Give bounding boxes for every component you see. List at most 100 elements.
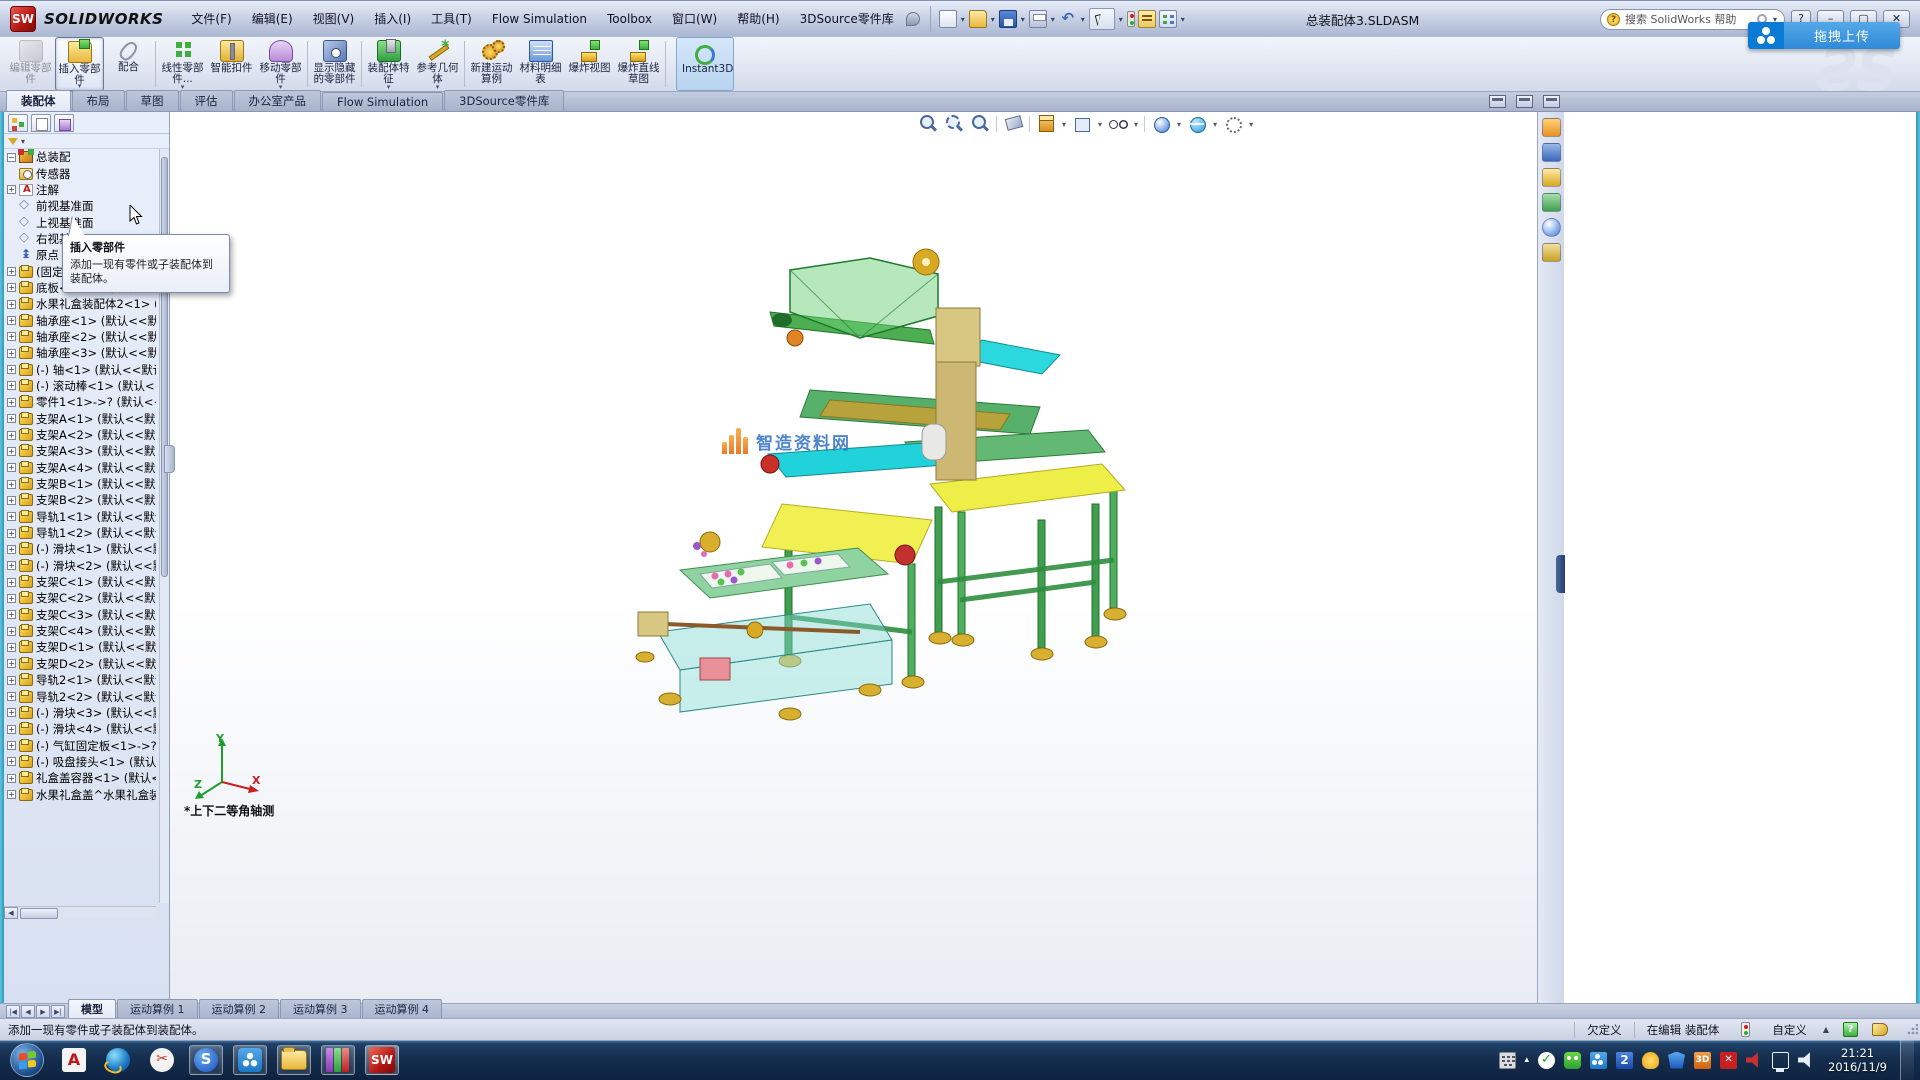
taskbar-autocad-icon[interactable]: A (57, 1045, 91, 1075)
apply-scene-icon[interactable] (1187, 114, 1207, 134)
expand-toggle-icon[interactable]: + (7, 725, 16, 734)
first-tab-arrow[interactable]: |◀ (6, 1005, 20, 1018)
command-tab[interactable]: 装配体 (6, 90, 71, 111)
taskbar-clock[interactable]: 21:21 2016/11/9 (1828, 1046, 1887, 1074)
tray-sogou-input-icon[interactable]: 2 (1616, 1052, 1633, 1069)
tray-mascot-icon[interactable] (1642, 1052, 1659, 1069)
tree-item[interactable]: + (-) 滑块<1> (默认<<默认 (4, 541, 156, 557)
save-icon[interactable] (999, 10, 1017, 28)
ribbon-button[interactable]: 爆炸视图 (565, 37, 614, 91)
tree-item[interactable]: + 轴承座<1> (默认<<默认> (4, 312, 156, 328)
ribbon-button[interactable]: 参考几何体 (413, 37, 462, 91)
edit-appearance-icon[interactable] (1151, 114, 1171, 134)
taskbar-winrar-icon[interactable] (321, 1045, 355, 1075)
resize-grip[interactable] (1906, 1024, 1918, 1036)
tree-item[interactable]: + 支架C<1> (默认<<默认>_ (4, 574, 156, 590)
filter-funnel-icon[interactable] (8, 138, 18, 145)
tree-item[interactable]: + 支架C<2> (默认<<默认>_ (4, 590, 156, 606)
command-tab[interactable]: 评估 (180, 90, 233, 111)
pin-icon[interactable] (906, 12, 920, 26)
ribbon-button[interactable]: 材料明细表 (516, 37, 565, 91)
menu-item[interactable]: 帮助(H) (727, 7, 789, 31)
expand-toggle-icon[interactable]: + (7, 381, 16, 390)
tree-item[interactable]: + 支架B<2> (默认<<默认>_ (4, 492, 156, 508)
open-caret[interactable]: ▾ (991, 15, 995, 24)
menu-item[interactable]: Toolbox (597, 7, 662, 31)
menu-item[interactable]: 视图(V) (303, 7, 365, 31)
expand-toggle-icon[interactable]: + (7, 790, 16, 799)
expand-toggle-icon[interactable]: + (7, 741, 16, 750)
expand-toggle-icon[interactable]: + (7, 708, 16, 717)
taskbar-share-app-icon[interactable] (233, 1045, 267, 1075)
save-caret[interactable]: ▾ (1021, 15, 1025, 24)
expand-toggle-icon[interactable]: + (7, 447, 16, 456)
tree-item[interactable]: + 传感器 (4, 165, 156, 181)
view-palette-icon[interactable] (1542, 193, 1561, 212)
expand-toggle-icon[interactable]: + (7, 757, 16, 766)
tree-item[interactable]: + (-) 滚动棒<1> (默认<<默 (4, 378, 156, 394)
expand-toggle-icon[interactable]: + (7, 561, 16, 570)
tray-disconnected-icon[interactable]: ✕ (1720, 1052, 1737, 1069)
drag-upload-overlay[interactable]: 拖拽上传 (1748, 22, 1900, 49)
ribbon-button[interactable]: 配合 (104, 37, 153, 91)
resources-home-icon[interactable] (1542, 118, 1561, 137)
show-desktop-button[interactable] (1900, 1040, 1914, 1080)
tree-item[interactable]: + 导轨2<1> (默认<<默认>_ (4, 672, 156, 688)
mdi-restore-icon[interactable] (1516, 95, 1533, 108)
file-properties-icon[interactable] (1138, 10, 1156, 28)
tree-item[interactable]: + 支架B<1> (默认<<默认>_ (4, 476, 156, 492)
rebuild-traffic-light-icon[interactable] (1127, 11, 1135, 27)
view-orientation-icon[interactable] (1036, 114, 1056, 134)
tray-security-shield-icon[interactable] (1668, 1052, 1685, 1069)
tree-item[interactable]: + 支架D<1> (默认<<默认>_ (4, 639, 156, 655)
command-tab[interactable]: 办公室产品 (234, 90, 322, 111)
taskbar-snip-icon[interactable]: ✂ (145, 1045, 179, 1075)
select-cursor-icon[interactable] (1089, 8, 1115, 30)
expand-toggle-icon[interactable]: + (7, 774, 16, 783)
expand-toggle-icon[interactable]: + (7, 512, 16, 521)
tree-item[interactable]: + (-) 滑块<2> (默认<<默认 (4, 558, 156, 574)
search-input[interactable]: 搜索 SolidWorks 帮助 (1625, 11, 1752, 27)
expand-toggle-icon[interactable]: + (7, 610, 16, 619)
menu-item[interactable]: 3DSource零件库 (790, 7, 904, 31)
document-tab[interactable]: 运动算例 2 (199, 999, 280, 1018)
document-tab[interactable]: 模型 (68, 999, 116, 1018)
tree-item[interactable]: + 水果礼盒盖^水果礼盒装配 (4, 786, 156, 802)
document-tab[interactable]: 运动算例 3 (280, 999, 361, 1018)
tree-item[interactable]: + (-) 轴<1> (默认<<默认>_ (4, 361, 156, 377)
expand-toggle-icon[interactable]: + (7, 185, 16, 194)
ribbon-button[interactable]: 装配体特征 (364, 37, 413, 91)
hide-show-caret[interactable]: ▾ (1134, 120, 1138, 129)
tree-item[interactable]: + 支架A<3> (默认<<默认>_ (4, 443, 156, 459)
expand-toggle-icon[interactable]: + (7, 365, 16, 374)
appearances-icon[interactable] (1542, 218, 1561, 237)
prev-tab-arrow[interactable]: ◀ (21, 1005, 35, 1018)
scroll-left-arrow[interactable]: ◀ (4, 907, 18, 919)
view-settings-icon[interactable] (1223, 114, 1243, 134)
tree-item[interactable]: + 支架D<2> (默认<<默认>_ (4, 656, 156, 672)
menu-item[interactable]: 插入(I) (364, 7, 421, 31)
tree-item[interactable]: + (-) 气缸固定板<1>->? (默 (4, 737, 156, 753)
display-style-icon[interactable] (1072, 114, 1092, 134)
tree-item[interactable]: + 导轨1<1> (默认<<默认>_ (4, 509, 156, 525)
tree-item[interactable]: + (-) 滑块<3> (默认<<默认 (4, 705, 156, 721)
graphics-viewport[interactable]: ▾ ▾ ▾ ▾ ▾ ▾ (170, 112, 1537, 1003)
expand-toggle-icon[interactable]: − (7, 153, 16, 162)
mdi-close-icon[interactable] (1543, 95, 1560, 108)
expand-toggle-icon[interactable]: + (7, 463, 16, 472)
expand-toggle-icon[interactable]: + (7, 643, 16, 652)
tree-item[interactable]: + 礼盒盖容器<1> (默认<<默 (4, 770, 156, 786)
tree-item[interactable]: + 导轨1<2> (默认<<默认>_ (4, 525, 156, 541)
menu-item[interactable]: 编辑(E) (242, 7, 303, 31)
expand-toggle-icon[interactable]: + (7, 676, 16, 685)
expand-toggle-icon[interactable]: + (7, 545, 16, 554)
scene-caret[interactable]: ▾ (1213, 120, 1217, 129)
taskbar-solidworks-icon[interactable]: SW (365, 1045, 399, 1075)
ribbon-button[interactable]: 插入零部件 (55, 37, 104, 91)
expand-toggle-icon[interactable]: + (7, 627, 16, 636)
tree-item[interactable]: + 零件1<1>->? (默认<<默 (4, 394, 156, 410)
expand-toggle-icon[interactable]: + (7, 316, 16, 325)
new-caret[interactable]: ▾ (961, 15, 965, 24)
status-help-icon[interactable]: ? (1843, 1022, 1858, 1037)
task-pane-pull-tab[interactable] (1556, 555, 1565, 593)
